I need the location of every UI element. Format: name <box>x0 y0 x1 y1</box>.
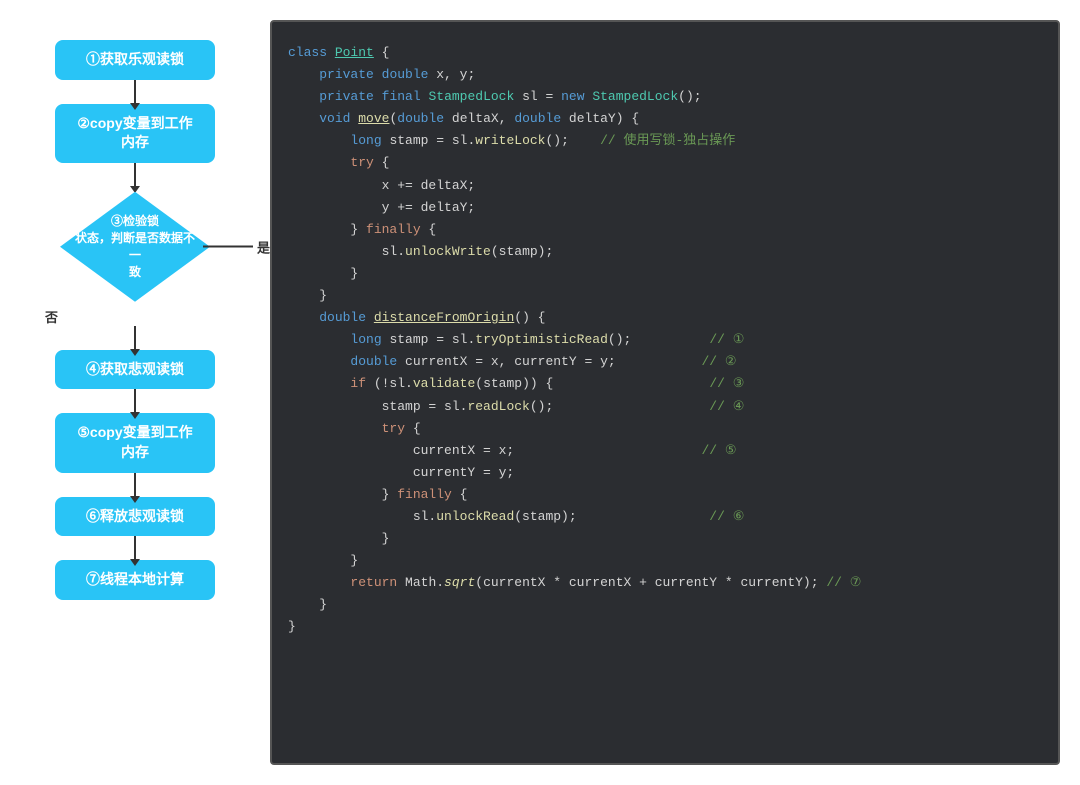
code-line-17: double distanceFromOrigin() { <box>288 307 1042 329</box>
flowchart: ①获取乐观读锁 ②copy变量到工作内存 ③检验锁状态，判断是否数据不一致 是 … <box>20 20 250 600</box>
code-line-15: } <box>288 285 1042 307</box>
main-container: ①获取乐观读锁 ②copy变量到工作内存 ③检验锁状态，判断是否数据不一致 是 … <box>20 20 1060 765</box>
code-line-24: currentY = y; <box>288 462 1042 484</box>
code-line-20: if (!sl.validate(stamp)) { // ③ <box>288 373 1042 395</box>
code-line-5: private final StampedLock sl = new Stamp… <box>288 86 1042 108</box>
flow-node-1: ①获取乐观读锁 <box>55 40 215 80</box>
flow-node-3-label: ③检验锁状态，判断是否数据不一致 <box>55 213 215 280</box>
arrow-1 <box>134 80 136 104</box>
code-line-30: } <box>288 594 1042 616</box>
code-line-9: try { <box>288 152 1042 174</box>
code-line-25: } finally { <box>288 484 1042 506</box>
code-line-10: x += deltaX; <box>288 175 1042 197</box>
code-line-8: long stamp = sl.writeLock(); // 使用写锁-独占操… <box>288 130 1042 152</box>
code-line-22: try { <box>288 418 1042 440</box>
code-line-1: class Point { <box>288 42 1042 64</box>
code-line-3: private double x, y; <box>288 64 1042 86</box>
arrow-4 <box>134 389 136 413</box>
code-line-13: sl.unlockWrite(stamp); <box>288 241 1042 263</box>
code-line-29: return Math.sqrt(currentX * currentX + c… <box>288 572 1042 594</box>
arrow-6 <box>134 536 136 560</box>
arrow-3 <box>134 326 136 350</box>
code-line-11: y += deltaY; <box>288 197 1042 219</box>
code-line-23: currentX = x; // ⑤ <box>288 440 1042 462</box>
code-line-26: sl.unlockRead(stamp); // ⑥ <box>288 506 1042 528</box>
flow-node-2: ②copy变量到工作内存 <box>55 104 215 163</box>
flow-node-3-wrapper: ③检验锁状态，判断是否数据不一致 是 <box>55 187 215 307</box>
code-line-14: } <box>288 263 1042 285</box>
code-line-31: } <box>288 616 1042 638</box>
code-line-18: long stamp = sl.tryOptimisticRead(); // … <box>288 329 1042 351</box>
code-line-7: void move(double deltaX, double deltaY) … <box>288 108 1042 130</box>
code-line-19: double currentX = x, currentY = y; // ② <box>288 351 1042 373</box>
code-panel: class Point { private double x, y; priva… <box>270 20 1060 765</box>
code-line-28: } <box>288 550 1042 572</box>
arrow-2 <box>134 163 136 187</box>
yes-label: 是 <box>257 237 270 256</box>
no-label: 否 <box>45 307 58 326</box>
code-line-27: } <box>288 528 1042 550</box>
arrow-5 <box>134 473 136 497</box>
code-line-12: } finally { <box>288 219 1042 241</box>
code-line-21: stamp = sl.readLock(); // ④ <box>288 396 1042 418</box>
flow-node-5: ⑤copy变量到工作内存 <box>55 413 215 472</box>
